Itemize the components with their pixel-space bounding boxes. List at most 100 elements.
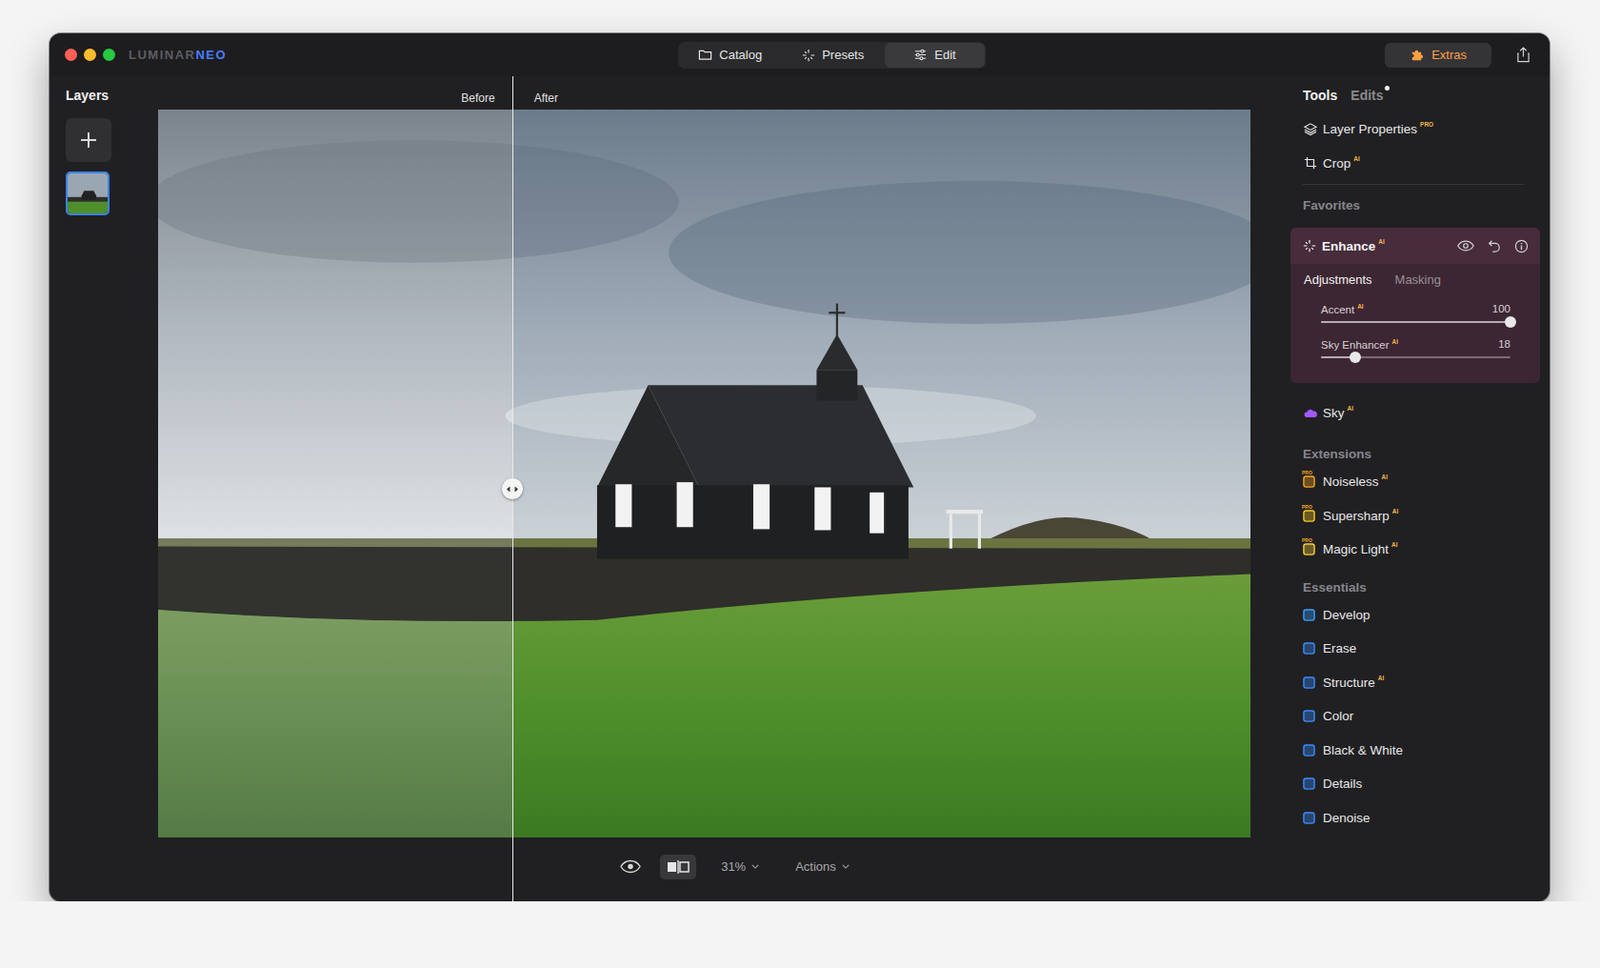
title-bar: LUMINARNEO Catalog Presets Edit Extras (49, 33, 1550, 77)
tool-badge: AI (1378, 674, 1385, 681)
cloud-icon (1302, 407, 1319, 419)
top-tools: Layer PropertiesPRO CropAI (1302, 112, 1525, 185)
slider-knob[interactable] (1504, 316, 1517, 328)
app-logo: LUMINARNEO (128, 47, 227, 62)
tool-item[interactable]: Color (1290, 699, 1540, 734)
minimize-button[interactable] (83, 48, 97, 61)
window-controls (64, 48, 116, 61)
section-heading: Favorites (1290, 184, 1540, 226)
tool-badge: AI (1391, 540, 1399, 548)
plus-icon (79, 130, 99, 150)
chevron-down-icon (751, 863, 760, 869)
crop-icon (1302, 156, 1319, 170)
canvas-area: Before After 31% Actions (144, 76, 1291, 901)
slider-value: 100 (1492, 302, 1511, 316)
tool-icon (1302, 676, 1319, 689)
tool-item[interactable]: SkyAI (1290, 396, 1540, 431)
tool-icon: PRO (1302, 509, 1319, 522)
slider-knob[interactable] (1349, 351, 1361, 363)
tool-header[interactable]: EnhanceAI (1290, 227, 1540, 264)
tool-icon (1302, 608, 1319, 621)
zoom-button[interactable] (102, 48, 116, 61)
extras-button[interactable]: Extras (1384, 42, 1492, 68)
unsaved-dot (1384, 85, 1390, 91)
slider: Sky EnhancerAI 18 (1290, 332, 1540, 368)
tool-icon (1302, 641, 1319, 655)
mode-tab[interactable]: Presets (782, 42, 883, 68)
eye-icon (620, 859, 641, 874)
tool-icon: PRO (1302, 475, 1319, 488)
tool-item[interactable]: PRO SupersharpAI (1290, 499, 1540, 534)
tool-item[interactable]: CropAI (1302, 146, 1525, 181)
section-heading: Essentials (1290, 566, 1540, 599)
tool-icon: PRO (1302, 542, 1319, 556)
compare-toggle[interactable] (660, 854, 697, 880)
after-label: After (512, 91, 559, 105)
add-layer-button[interactable] (65, 118, 112, 162)
tool-item[interactable]: Details (1290, 766, 1540, 801)
split-view-icon (666, 860, 690, 874)
tool-badge: AI (1353, 155, 1360, 162)
compare-handle[interactable] (501, 478, 523, 500)
tool-item[interactable]: Black & White (1290, 733, 1540, 768)
layers-icon (1302, 121, 1319, 137)
undo-icon[interactable] (1487, 239, 1501, 253)
enhance-tool-card: EnhanceAI Adjustments Masking AccentAI 10… (1290, 227, 1540, 383)
zoom-dropdown[interactable]: 31% (709, 855, 771, 878)
mode-tab[interactable]: Edit (884, 42, 984, 68)
panel-tabs: Tools Edits (1290, 85, 1540, 105)
tool-icon (1302, 743, 1319, 757)
tool-badge: PRO (1420, 120, 1434, 128)
tool-item[interactable]: Develop (1290, 598, 1540, 633)
photo-scene (158, 109, 513, 838)
tool-badge: AI (1347, 404, 1355, 412)
photo (158, 109, 1251, 838)
slider-track[interactable] (1320, 320, 1511, 323)
slider-track[interactable] (1320, 356, 1511, 359)
tools-panel: Tools Edits Layer PropertiesPRO CropAI F… (1290, 76, 1550, 901)
eye-icon[interactable] (1457, 240, 1475, 252)
sparkle-icon (801, 48, 816, 62)
subtab[interactable]: Adjustments (1296, 269, 1380, 290)
share-icon[interactable] (1516, 46, 1531, 63)
thumbnail-image (67, 172, 108, 215)
panel-tab[interactable]: Edits (1350, 85, 1383, 105)
tool-subtabs: Adjustments Masking (1290, 263, 1540, 298)
sliders-icon (913, 47, 928, 62)
mode-tab[interactable]: Catalog (679, 42, 781, 68)
slider: AccentAI 100 (1290, 297, 1540, 333)
layers-title: Layers (65, 87, 145, 103)
slider-label: Sky EnhancerAI (1320, 338, 1399, 351)
panel-tab[interactable]: Tools (1302, 85, 1338, 105)
tool-badge: AI (1378, 238, 1385, 245)
preview-toggle[interactable] (614, 855, 647, 878)
close-button[interactable] (64, 48, 78, 61)
app-window: LUMINARNEO Catalog Presets Edit Extras L… (49, 33, 1550, 901)
subtab[interactable]: Masking (1387, 269, 1449, 290)
sparkle-icon (1301, 239, 1318, 253)
tool-badge: AI (1381, 473, 1389, 480)
folder-icon (698, 47, 713, 62)
tool-icon (1302, 777, 1319, 790)
before-label: Before (158, 91, 513, 105)
tool-item[interactable]: Erase (1290, 631, 1540, 666)
chevron-down-icon (841, 863, 850, 869)
slider-value: 18 (1498, 338, 1511, 351)
tool-badge: AI (1392, 507, 1400, 515)
info-icon[interactable] (1514, 239, 1529, 254)
slider-label: AccentAI (1320, 302, 1364, 316)
actions-dropdown[interactable]: Actions (783, 855, 861, 878)
tool-icon (1302, 709, 1319, 722)
before-photo (158, 109, 513, 838)
layer-thumbnail[interactable] (65, 171, 110, 216)
tool-item[interactable]: StructureAI (1290, 665, 1540, 700)
tool-item[interactable]: PRO NoiselessAI (1290, 464, 1540, 500)
section-heading: Extensions (1290, 433, 1540, 465)
tool-item[interactable]: Denoise (1290, 800, 1540, 836)
tool-item[interactable]: PRO Magic LightAI (1290, 532, 1540, 567)
drag-arrows-icon (506, 485, 519, 493)
bottom-toolbar: 31% Actions (158, 837, 1291, 901)
layers-panel: Layers (49, 76, 145, 901)
tool-icon (1302, 811, 1319, 824)
tool-item[interactable]: Layer PropertiesPRO (1302, 112, 1525, 147)
